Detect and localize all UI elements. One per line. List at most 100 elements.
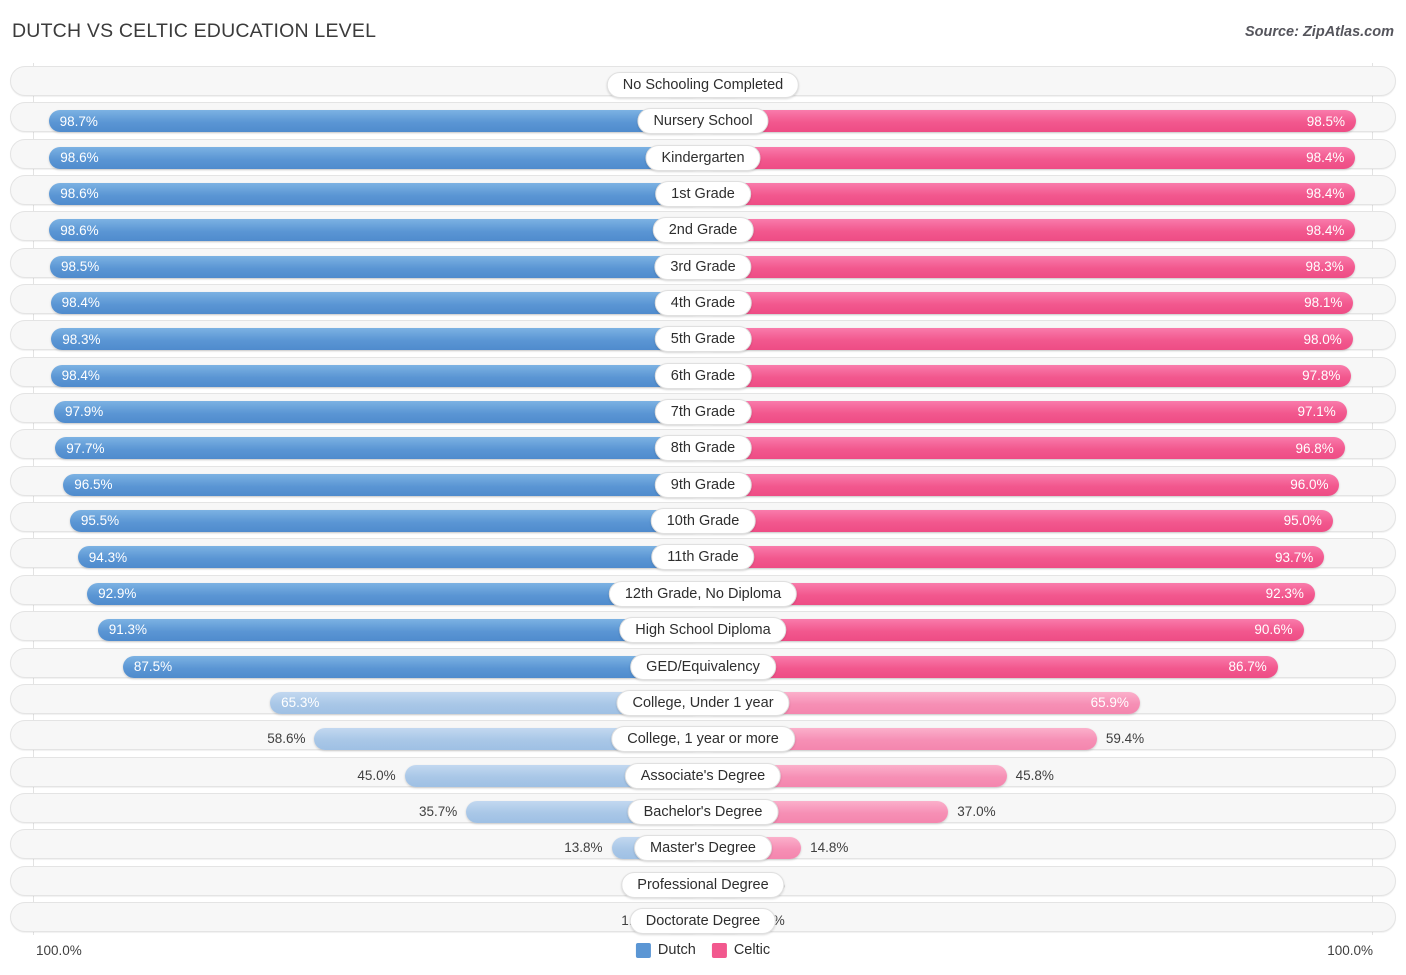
value-label-celtic: 98.1%: [1304, 295, 1343, 311]
category-label-pill[interactable]: 8th Grade: [654, 435, 752, 462]
chart-row: 58.6% 59.4% College, 1 year or more: [0, 717, 1406, 753]
bar-celtic[interactable]: 98.5%: [703, 110, 1357, 133]
bar-dutch[interactable]: 97.9%: [53, 401, 703, 424]
legend-item-dutch[interactable]: Dutch: [635, 942, 696, 958]
value-label-dutch: 94.3%: [88, 549, 128, 565]
bar-celtic[interactable]: 86.7%: [703, 655, 1278, 678]
value-label-celtic: 98.3%: [1305, 258, 1344, 274]
axis-label-left: 100.0%: [36, 943, 82, 958]
category-label-text: Nursery School: [653, 113, 753, 130]
category-label-text: 4th Grade: [670, 295, 736, 312]
category-label-pill[interactable]: 12th Grade, No Diploma: [608, 580, 798, 607]
category-label-text: Bachelor's Degree: [643, 803, 763, 820]
chart-row: 65.3% 65.9% College, Under 1 year: [0, 681, 1406, 717]
chart-row: 94.3% 93.7% 11th Grade: [0, 535, 1406, 571]
bar-celtic[interactable]: 96.0%: [703, 473, 1340, 496]
category-label-pill[interactable]: 3rd Grade: [654, 253, 752, 280]
bar-celtic[interactable]: 98.4%: [703, 183, 1356, 206]
category-label-pill[interactable]: Bachelor's Degree: [627, 798, 779, 825]
bar-celtic[interactable]: 97.1%: [703, 401, 1347, 424]
axis-label-right: 100.0%: [1327, 943, 1373, 958]
row-track: 1.8%1.9%Doctorate Degree: [10, 901, 1396, 934]
bar-dutch[interactable]: 87.5%: [122, 655, 703, 678]
row-track: 98.6% 98.4% 1st Grade: [10, 175, 1396, 208]
bar-dutch[interactable]: 98.4%: [50, 292, 703, 315]
row-track: 95.5% 95.0% 10th Grade: [10, 502, 1396, 535]
chart-row: 98.3% 98.0% 5th Grade: [0, 317, 1406, 353]
category-label-pill[interactable]: Associate's Degree: [624, 762, 782, 789]
category-label-pill[interactable]: High School Diploma: [619, 617, 787, 644]
value-label-celtic: 98.5%: [1306, 113, 1346, 129]
category-label-pill[interactable]: 4th Grade: [654, 290, 752, 317]
value-label-dutch: 92.9%: [98, 586, 137, 602]
bar-dutch[interactable]: 98.6%: [49, 146, 703, 169]
category-label-text: 6th Grade: [670, 367, 736, 384]
category-label-pill[interactable]: College, 1 year or more: [611, 726, 795, 753]
category-label-text: Master's Degree: [650, 840, 756, 857]
bar-dutch[interactable]: 98.5%: [49, 255, 703, 278]
bar-dutch[interactable]: 98.4%: [50, 364, 703, 387]
value-label-dutch: 98.4%: [61, 295, 100, 311]
bar-celtic[interactable]: 93.7%: [703, 546, 1325, 569]
category-label-pill[interactable]: 7th Grade: [654, 399, 752, 426]
category-label-pill[interactable]: Kindergarten: [645, 144, 761, 171]
row-track: 1.4%1.6%No Schooling Completed: [10, 66, 1396, 98]
bar-dutch[interactable]: 96.5%: [63, 473, 703, 496]
row-track: 97.9% 97.1% 7th Grade: [10, 393, 1396, 426]
bar-dutch[interactable]: 95.5%: [69, 510, 703, 533]
category-label-text: Kindergarten: [661, 149, 745, 166]
bar-celtic[interactable]: 98.3%: [703, 255, 1355, 278]
value-label-celtic: 90.6%: [1254, 622, 1293, 638]
legend-swatch-celtic: [711, 942, 727, 958]
category-label-pill[interactable]: Master's Degree: [634, 835, 772, 862]
category-label-pill[interactable]: Doctorate Degree: [629, 907, 777, 934]
category-label-pill[interactable]: 10th Grade: [650, 508, 756, 535]
category-label-pill[interactable]: 11th Grade: [651, 544, 755, 571]
bar-dutch[interactable]: 97.7%: [55, 437, 703, 460]
row-track: 97.7% 96.8% 8th Grade: [10, 429, 1396, 462]
bar-dutch[interactable]: 98.3%: [51, 328, 703, 351]
bar-celtic[interactable]: 96.8%: [703, 437, 1345, 460]
chart-row: 35.7% 37.0% Bachelor's Degree: [0, 790, 1406, 826]
category-label-pill[interactable]: Nursery School: [637, 108, 769, 135]
bar-celtic[interactable]: 95.0%: [703, 510, 1333, 533]
value-label-celtic: 59.4%: [1105, 731, 1145, 747]
bar-celtic[interactable]: 98.4%: [703, 219, 1356, 242]
category-label-pill[interactable]: 2nd Grade: [652, 217, 754, 244]
bar-dutch[interactable]: 94.3%: [77, 546, 703, 569]
category-label-pill[interactable]: 6th Grade: [654, 362, 752, 389]
bar-celtic[interactable]: 97.8%: [703, 364, 1352, 387]
chart-row: 98.6% 98.4% 1st Grade: [0, 172, 1406, 208]
row-track: 94.3% 93.7% 11th Grade: [10, 538, 1396, 571]
category-label-pill[interactable]: 5th Grade: [654, 326, 752, 353]
value-label-dutch: 97.9%: [64, 404, 104, 420]
category-label-pill[interactable]: GED/Equivalency: [630, 653, 776, 680]
category-label-text: 7th Grade: [670, 404, 736, 421]
category-label-text: 10th Grade: [666, 513, 740, 530]
value-label-dutch: 98.3%: [62, 331, 101, 347]
bar-dutch[interactable]: 98.6%: [49, 219, 703, 242]
value-label-dutch: 98.7%: [59, 113, 98, 129]
chart-page: DUTCH VS CELTIC EDUCATION LEVEL Source: …: [0, 0, 1406, 975]
value-label-celtic: 98.4%: [1306, 222, 1345, 238]
category-label-pill[interactable]: College, Under 1 year: [616, 689, 790, 716]
value-label-celtic: 97.8%: [1302, 368, 1341, 383]
bar-celtic[interactable]: 98.0%: [703, 328, 1353, 351]
bar-dutch[interactable]: 98.6%: [49, 183, 703, 206]
legend-item-celtic[interactable]: Celtic: [711, 942, 770, 958]
row-track: 98.7% 98.5% Nursery School: [10, 102, 1396, 135]
chart-row: 87.5% 86.7% GED/Equivalency: [0, 645, 1406, 681]
row-track: 87.5% 86.7% GED/Equivalency: [10, 647, 1396, 680]
bar-celtic[interactable]: 98.1%: [703, 292, 1354, 315]
category-label-pill[interactable]: 1st Grade: [655, 181, 751, 208]
chart-row: 98.6% 98.4% 2nd Grade: [0, 208, 1406, 244]
bar-celtic[interactable]: 90.6%: [703, 619, 1304, 642]
category-label-text: 8th Grade: [670, 440, 736, 457]
bar-celtic[interactable]: 98.4%: [703, 146, 1356, 169]
value-label-dutch: 95.5%: [80, 513, 120, 529]
category-label-pill[interactable]: No Schooling Completed: [606, 72, 800, 98]
category-label-pill[interactable]: 9th Grade: [654, 471, 752, 498]
category-label-pill[interactable]: Professional Degree: [621, 871, 785, 898]
bar-dutch[interactable]: 98.7%: [48, 110, 703, 133]
bar-dutch[interactable]: 91.3%: [97, 619, 703, 642]
